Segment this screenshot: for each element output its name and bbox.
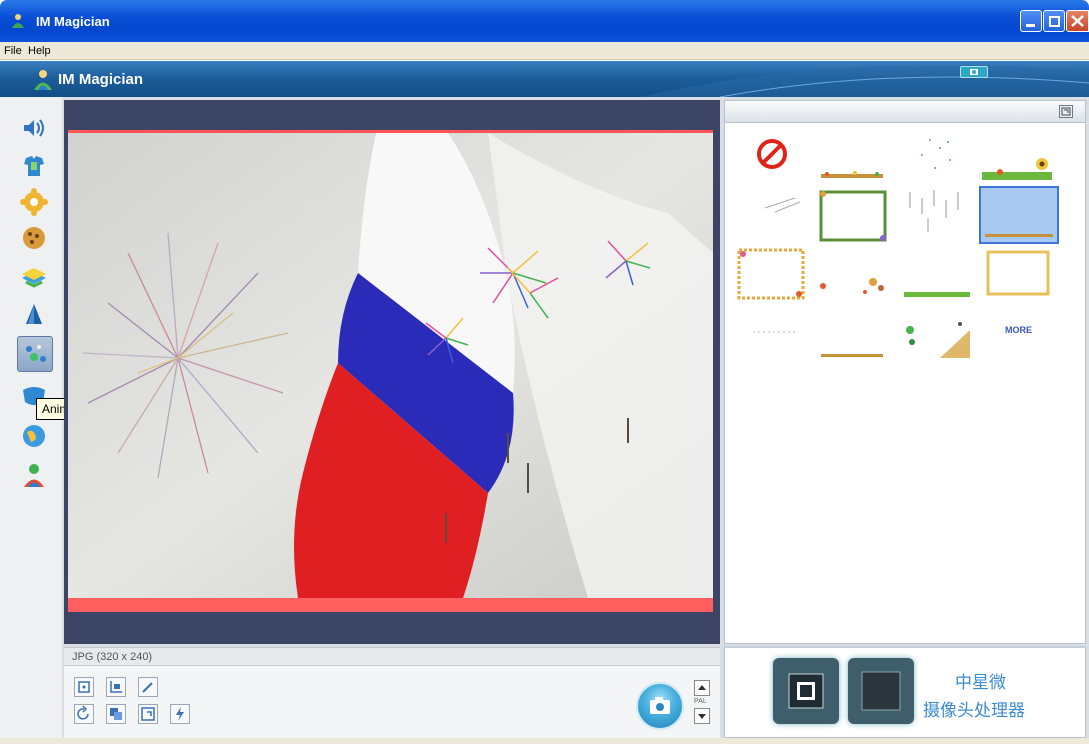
minimize-button[interactable] [1020, 10, 1042, 32]
gear-tool-icon[interactable] [18, 186, 50, 218]
chip-icon [861, 671, 901, 711]
header-camera-button[interactable] [960, 66, 988, 78]
rotate-icon [77, 705, 89, 720]
flash-icon [176, 707, 184, 721]
pen-button[interactable] [138, 677, 158, 697]
app-person-icon [12, 14, 24, 28]
layers-tool-icon[interactable] [18, 262, 50, 294]
effect-dots-thumb[interactable] [745, 310, 819, 364]
app-header-title: IM Magician [58, 71, 144, 88]
sound-tool-icon[interactable] [18, 112, 50, 144]
camera-preview-image[interactable] [68, 133, 713, 598]
app-header: IM Magician [0, 61, 1089, 97]
selected-effect-preview [985, 234, 1053, 237]
move-up-button[interactable] [694, 680, 710, 696]
layers-button[interactable] [106, 704, 126, 724]
animation-tool-button[interactable] [17, 336, 53, 372]
app-logo-icon [34, 70, 52, 90]
maximize-button[interactable] [1043, 10, 1065, 32]
chip-icon [788, 673, 824, 709]
fit-button[interactable] [74, 677, 94, 697]
effect-flower-border-thumb[interactable] [815, 130, 889, 184]
export-button[interactable] [138, 704, 158, 724]
effect-bottom-border-thumb[interactable] [815, 310, 889, 364]
arrow-down-icon [698, 714, 706, 719]
chip-logo-2 [848, 658, 914, 724]
effect-none-thumb[interactable] [740, 130, 814, 184]
window-bottom-edge [0, 738, 1089, 744]
camera-icon [970, 69, 978, 75]
rotate-button[interactable] [74, 704, 94, 724]
frame-bottom-border [68, 598, 713, 612]
pen-icon [142, 682, 153, 693]
effect-gold-frame-thumb[interactable] [980, 246, 1054, 300]
menu-bar: File Help [0, 42, 1089, 60]
menu-file[interactable]: File [4, 45, 22, 57]
animation-tool-icon [26, 345, 46, 362]
crop-icon [110, 681, 122, 693]
crop-button[interactable] [106, 677, 126, 697]
person-tool-icon[interactable] [18, 460, 50, 492]
format-status-strip [64, 647, 720, 665]
flash-button[interactable] [170, 704, 190, 724]
vendor-tagline: 摄像头处理器 [923, 701, 1025, 720]
menu-help[interactable]: Help [28, 45, 51, 57]
title-bar[interactable]: IM Magician [0, 0, 1089, 42]
camera-icon [650, 697, 670, 714]
cookie-tool-icon[interactable] [18, 222, 50, 254]
move-down-button[interactable] [694, 708, 710, 724]
close-button[interactable] [1066, 10, 1089, 32]
effect-sunflower-thumb[interactable] [980, 130, 1054, 184]
effect-grass-thumb[interactable] [900, 246, 974, 300]
sail-tool-icon[interactable] [18, 300, 50, 332]
export-icon [141, 707, 155, 721]
window-title: IM Magician [36, 14, 110, 29]
fit-icon [78, 681, 90, 693]
clothes-tool-icon[interactable] [18, 150, 50, 182]
globe-tool-icon[interactable] [18, 420, 50, 452]
effect-rain-thumb[interactable] [900, 188, 974, 242]
effect-vine-frame-thumb[interactable] [815, 188, 889, 242]
more-effects-link[interactable]: MORE [1005, 325, 1032, 335]
format-label: JPG (320 x 240) [72, 651, 153, 663]
arrow-up-icon [698, 685, 706, 690]
vendor-name: 中星微 [955, 673, 1006, 692]
effect-selected-thumb[interactable] [979, 186, 1059, 244]
preview-scene [68, 133, 713, 598]
expand-panel-button[interactable] [1059, 105, 1073, 118]
effect-sparkles-thumb[interactable] [900, 130, 974, 184]
effects-panel-header [725, 101, 1085, 123]
effect-heart-frame-thumb[interactable] [735, 246, 809, 300]
snapshot-button[interactable] [636, 682, 684, 730]
effect-leaves-thumb[interactable] [815, 246, 889, 300]
control-area [64, 665, 720, 738]
layers-icon [110, 708, 122, 720]
effect-corner-flowers-thumb[interactable] [900, 310, 974, 364]
header-swoosh-decoration [640, 64, 1089, 97]
expand-icon [1061, 107, 1071, 116]
pal-label: PAL [694, 698, 707, 705]
chip-logo-1 [773, 658, 839, 724]
close-icon [1071, 15, 1084, 27]
